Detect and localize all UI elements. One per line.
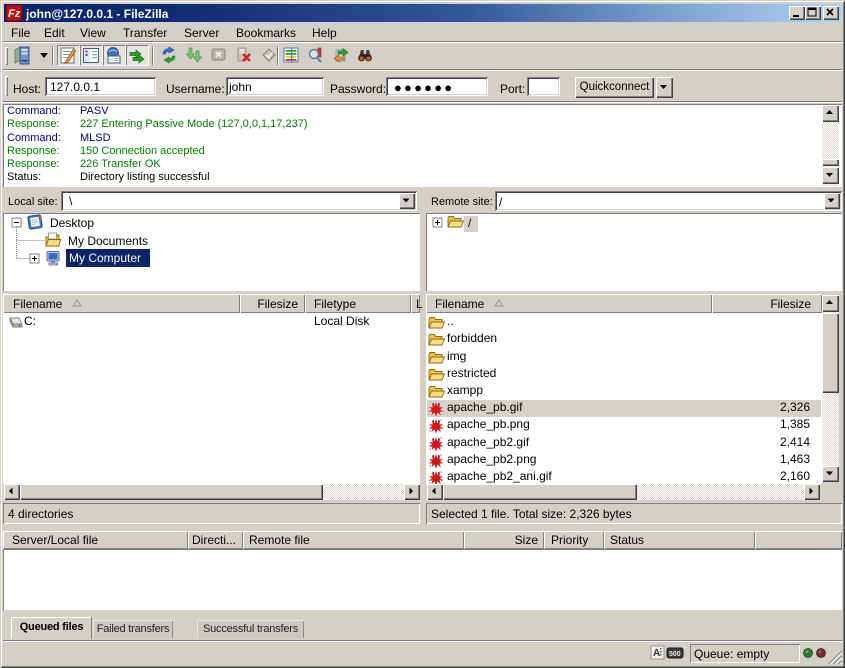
svg-text:500: 500 bbox=[669, 651, 681, 658]
svg-text:Fz: Fz bbox=[8, 8, 21, 20]
svg-text:A: A bbox=[653, 648, 660, 659]
